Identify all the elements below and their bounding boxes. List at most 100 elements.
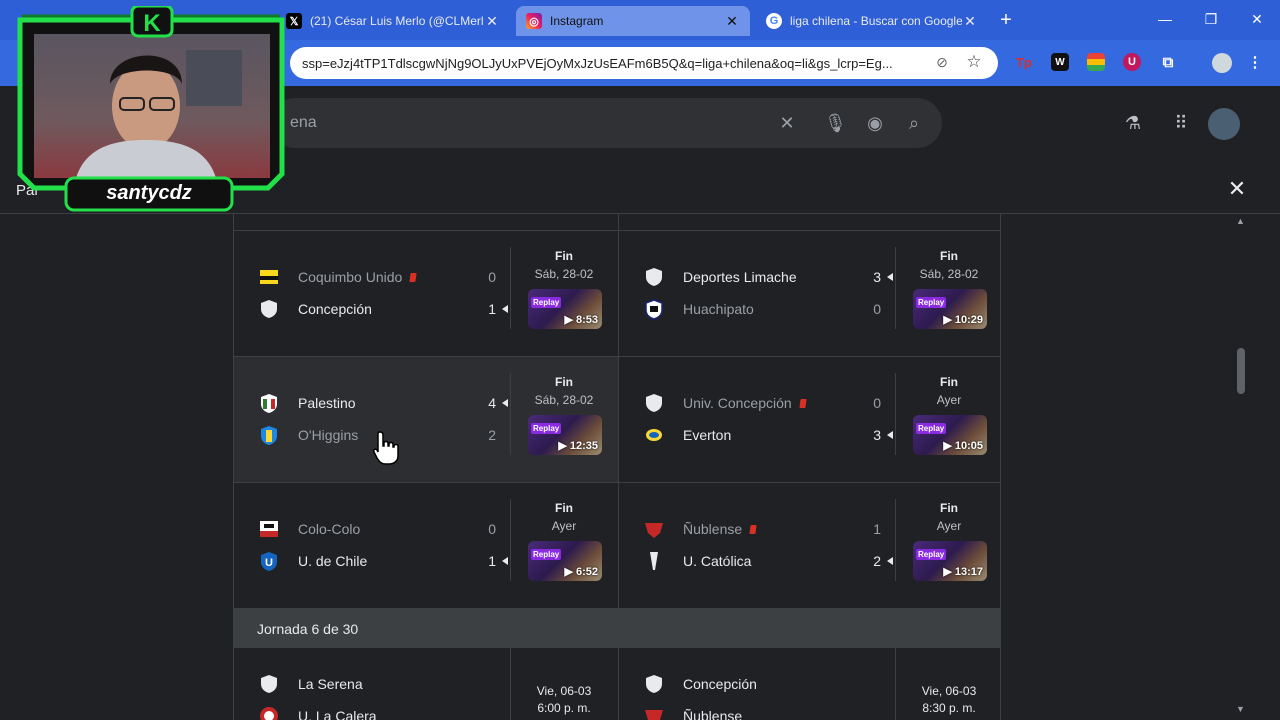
- extension-color-icon[interactable]: [1087, 53, 1105, 71]
- replay-thumbnail[interactable]: Replay ▶ 10:05: [913, 415, 987, 455]
- team-name: Ñublense: [683, 708, 743, 720]
- extension-w-icon[interactable]: W: [1051, 53, 1069, 71]
- replay-badge: Replay: [531, 549, 562, 560]
- svg-text:U: U: [265, 557, 273, 569]
- match-date: Sáb, 28-02: [919, 267, 979, 281]
- status-label: Fin: [940, 501, 958, 515]
- camera-search-icon[interactable]: ◉: [864, 112, 886, 134]
- clear-icon[interactable]: ✕: [776, 112, 798, 134]
- instagram-icon: ◎: [526, 13, 542, 29]
- search-icon[interactable]: ⌕: [903, 112, 925, 134]
- home-team: Ñublense: [643, 517, 893, 541]
- home-team: Deportes Limache: [643, 265, 893, 289]
- scrollbar-thumb[interactable]: [1237, 348, 1245, 394]
- scroll-up-icon[interactable]: ▲: [1236, 216, 1245, 226]
- match-card[interactable]: Deportes Limache 3 Huachipato 0 Fin Sáb,…: [618, 231, 1000, 357]
- upcoming-match-card[interactable]: Concepción Ñublense Vie, 06-03 8:30 p. m…: [618, 648, 1000, 720]
- match-card[interactable]: Ñublense 1 U. Católica 2 Fin Ayer Replay…: [618, 483, 1000, 609]
- minimize-button[interactable]: —: [1154, 8, 1176, 30]
- match-status: Fin Ayer: [895, 375, 1000, 407]
- duration-text: 10:29: [954, 314, 983, 326]
- status-label: Fin: [555, 375, 573, 389]
- round-header: Jornada 6 de 30: [233, 608, 1001, 648]
- brand-logo: K: [143, 10, 161, 37]
- tab-twitter[interactable]: 𝕏 (21) César Luis Merlo (@CLMerlo) ✕: [276, 6, 510, 36]
- extension-tp-icon[interactable]: Tp: [1015, 53, 1033, 71]
- team-crest-icon: [643, 298, 665, 320]
- tab-google-search[interactable]: G liga chilena - Buscar con Google ✕: [756, 6, 988, 36]
- winner-arrow-icon: [887, 431, 893, 439]
- labs-flask-icon[interactable]: ⚗: [1122, 112, 1144, 134]
- upcoming-match-card[interactable]: La Serena U. La Calera Vie, 06-03 6:00 p…: [234, 648, 618, 720]
- match-date: Ayer: [936, 519, 962, 533]
- kickoff-time: 8:30 p. m.: [922, 701, 976, 715]
- replay-badge: Replay: [916, 549, 947, 560]
- team-crest-icon: [258, 424, 280, 446]
- duration-text: 12:35: [569, 440, 598, 452]
- scrollbar[interactable]: ▲ ▼: [1236, 214, 1248, 720]
- home-team: Univ. Concepción: [643, 391, 893, 415]
- away-team: Everton: [643, 423, 893, 447]
- away-team: U. La Calera: [258, 704, 508, 720]
- new-tab-button[interactable]: +: [993, 9, 1019, 33]
- status-label: Fin: [940, 375, 958, 389]
- match-status: Fin Sáb, 28-02: [510, 375, 618, 407]
- replay-thumbnail[interactable]: Replay ▶ 6:52: [528, 541, 602, 581]
- bookmark-star-icon[interactable]: ☆: [964, 52, 984, 72]
- home-team: Palestino: [258, 391, 508, 415]
- winner-arrow-icon: [502, 399, 508, 407]
- team-name: U. de Chile: [298, 553, 368, 569]
- close-icon[interactable]: ✕: [484, 13, 500, 30]
- extensions-puzzle-icon[interactable]: ⧉: [1159, 53, 1177, 71]
- video-duration: ▶ 6:52: [564, 566, 598, 578]
- url-text[interactable]: ssp=eJzj4tTP1TdlscgwNjNg9OLJyUxPVEjOyMxJ…: [302, 56, 920, 71]
- apps-grid-icon[interactable]: ⠿: [1170, 112, 1192, 134]
- match-card[interactable]: Univ. Concepción 0 Everton 3 Fin Ayer Re…: [618, 357, 1000, 483]
- team-crest-icon: [258, 392, 280, 414]
- restore-button[interactable]: ❐: [1200, 8, 1222, 30]
- winner-arrow-icon: [887, 557, 893, 565]
- scroll-down-icon[interactable]: ▼: [1236, 704, 1245, 714]
- match-status: Fin Ayer: [510, 501, 618, 533]
- away-score: 2: [873, 553, 881, 569]
- window-close-button[interactable]: ✕: [1246, 8, 1268, 30]
- home-team: Coquimbo Unido: [258, 265, 508, 289]
- mic-icon[interactable]: 🎙: [824, 112, 847, 134]
- menu-kebab-icon[interactable]: ⋮: [1246, 53, 1264, 71]
- team-crest-icon: [643, 266, 665, 288]
- replay-thumbnail[interactable]: Replay ▶ 10:29: [913, 289, 987, 329]
- team-name: Concepción: [683, 676, 757, 692]
- close-icon[interactable]: ✕: [724, 13, 740, 30]
- team-crest-icon: [258, 298, 280, 320]
- match-status: Fin Sáb, 28-02: [895, 249, 1000, 281]
- video-duration: ▶ 10:05: [943, 440, 983, 452]
- match-card[interactable]: Colo-Colo 0 U U. de Chile 1 Fin Ayer Rep…: [234, 483, 618, 609]
- match-card[interactable]: Coquimbo Unido 0 Concepción 1 Fin Sáb, 2…: [234, 231, 618, 357]
- extension-u-icon[interactable]: U: [1123, 53, 1141, 71]
- red-card-icon: [409, 272, 417, 282]
- tab-title: liga chilena - Buscar con Google: [790, 14, 962, 28]
- tab-instagram[interactable]: ◎ Instagram ✕: [516, 6, 750, 36]
- team-crest-icon: [643, 705, 665, 720]
- winner-arrow-icon: [502, 305, 508, 313]
- away-score: 3: [873, 427, 881, 443]
- team-name: La Serena: [298, 676, 363, 692]
- eye-off-icon[interactable]: ⊘: [932, 54, 952, 72]
- video-duration: ▶ 13:17: [943, 566, 983, 578]
- away-team: Concepción: [258, 297, 508, 321]
- team-name: U. La Calera: [298, 708, 377, 720]
- account-avatar[interactable]: [1208, 108, 1240, 140]
- match-status: Fin Ayer: [895, 501, 1000, 533]
- profile-avatar[interactable]: [1212, 53, 1232, 73]
- replay-badge: Replay: [531, 297, 562, 308]
- hand-cursor-icon: [372, 430, 400, 466]
- close-icon[interactable]: ✕: [962, 13, 978, 30]
- replay-thumbnail[interactable]: Replay ▶ 13:17: [913, 541, 987, 581]
- replay-thumbnail[interactable]: Replay ▶ 12:35: [528, 415, 602, 455]
- match-card[interactable]: Palestino 4 O'Higgins 2 Fin Sáb, 28-02 R…: [234, 357, 618, 483]
- away-team: Huachipato: [643, 297, 893, 321]
- team-name: Huachipato: [683, 301, 754, 317]
- panel-close-button[interactable]: ✕: [1225, 178, 1249, 202]
- replay-thumbnail[interactable]: Replay ▶ 8:53: [528, 289, 602, 329]
- team-name: Colo-Colo: [298, 521, 361, 537]
